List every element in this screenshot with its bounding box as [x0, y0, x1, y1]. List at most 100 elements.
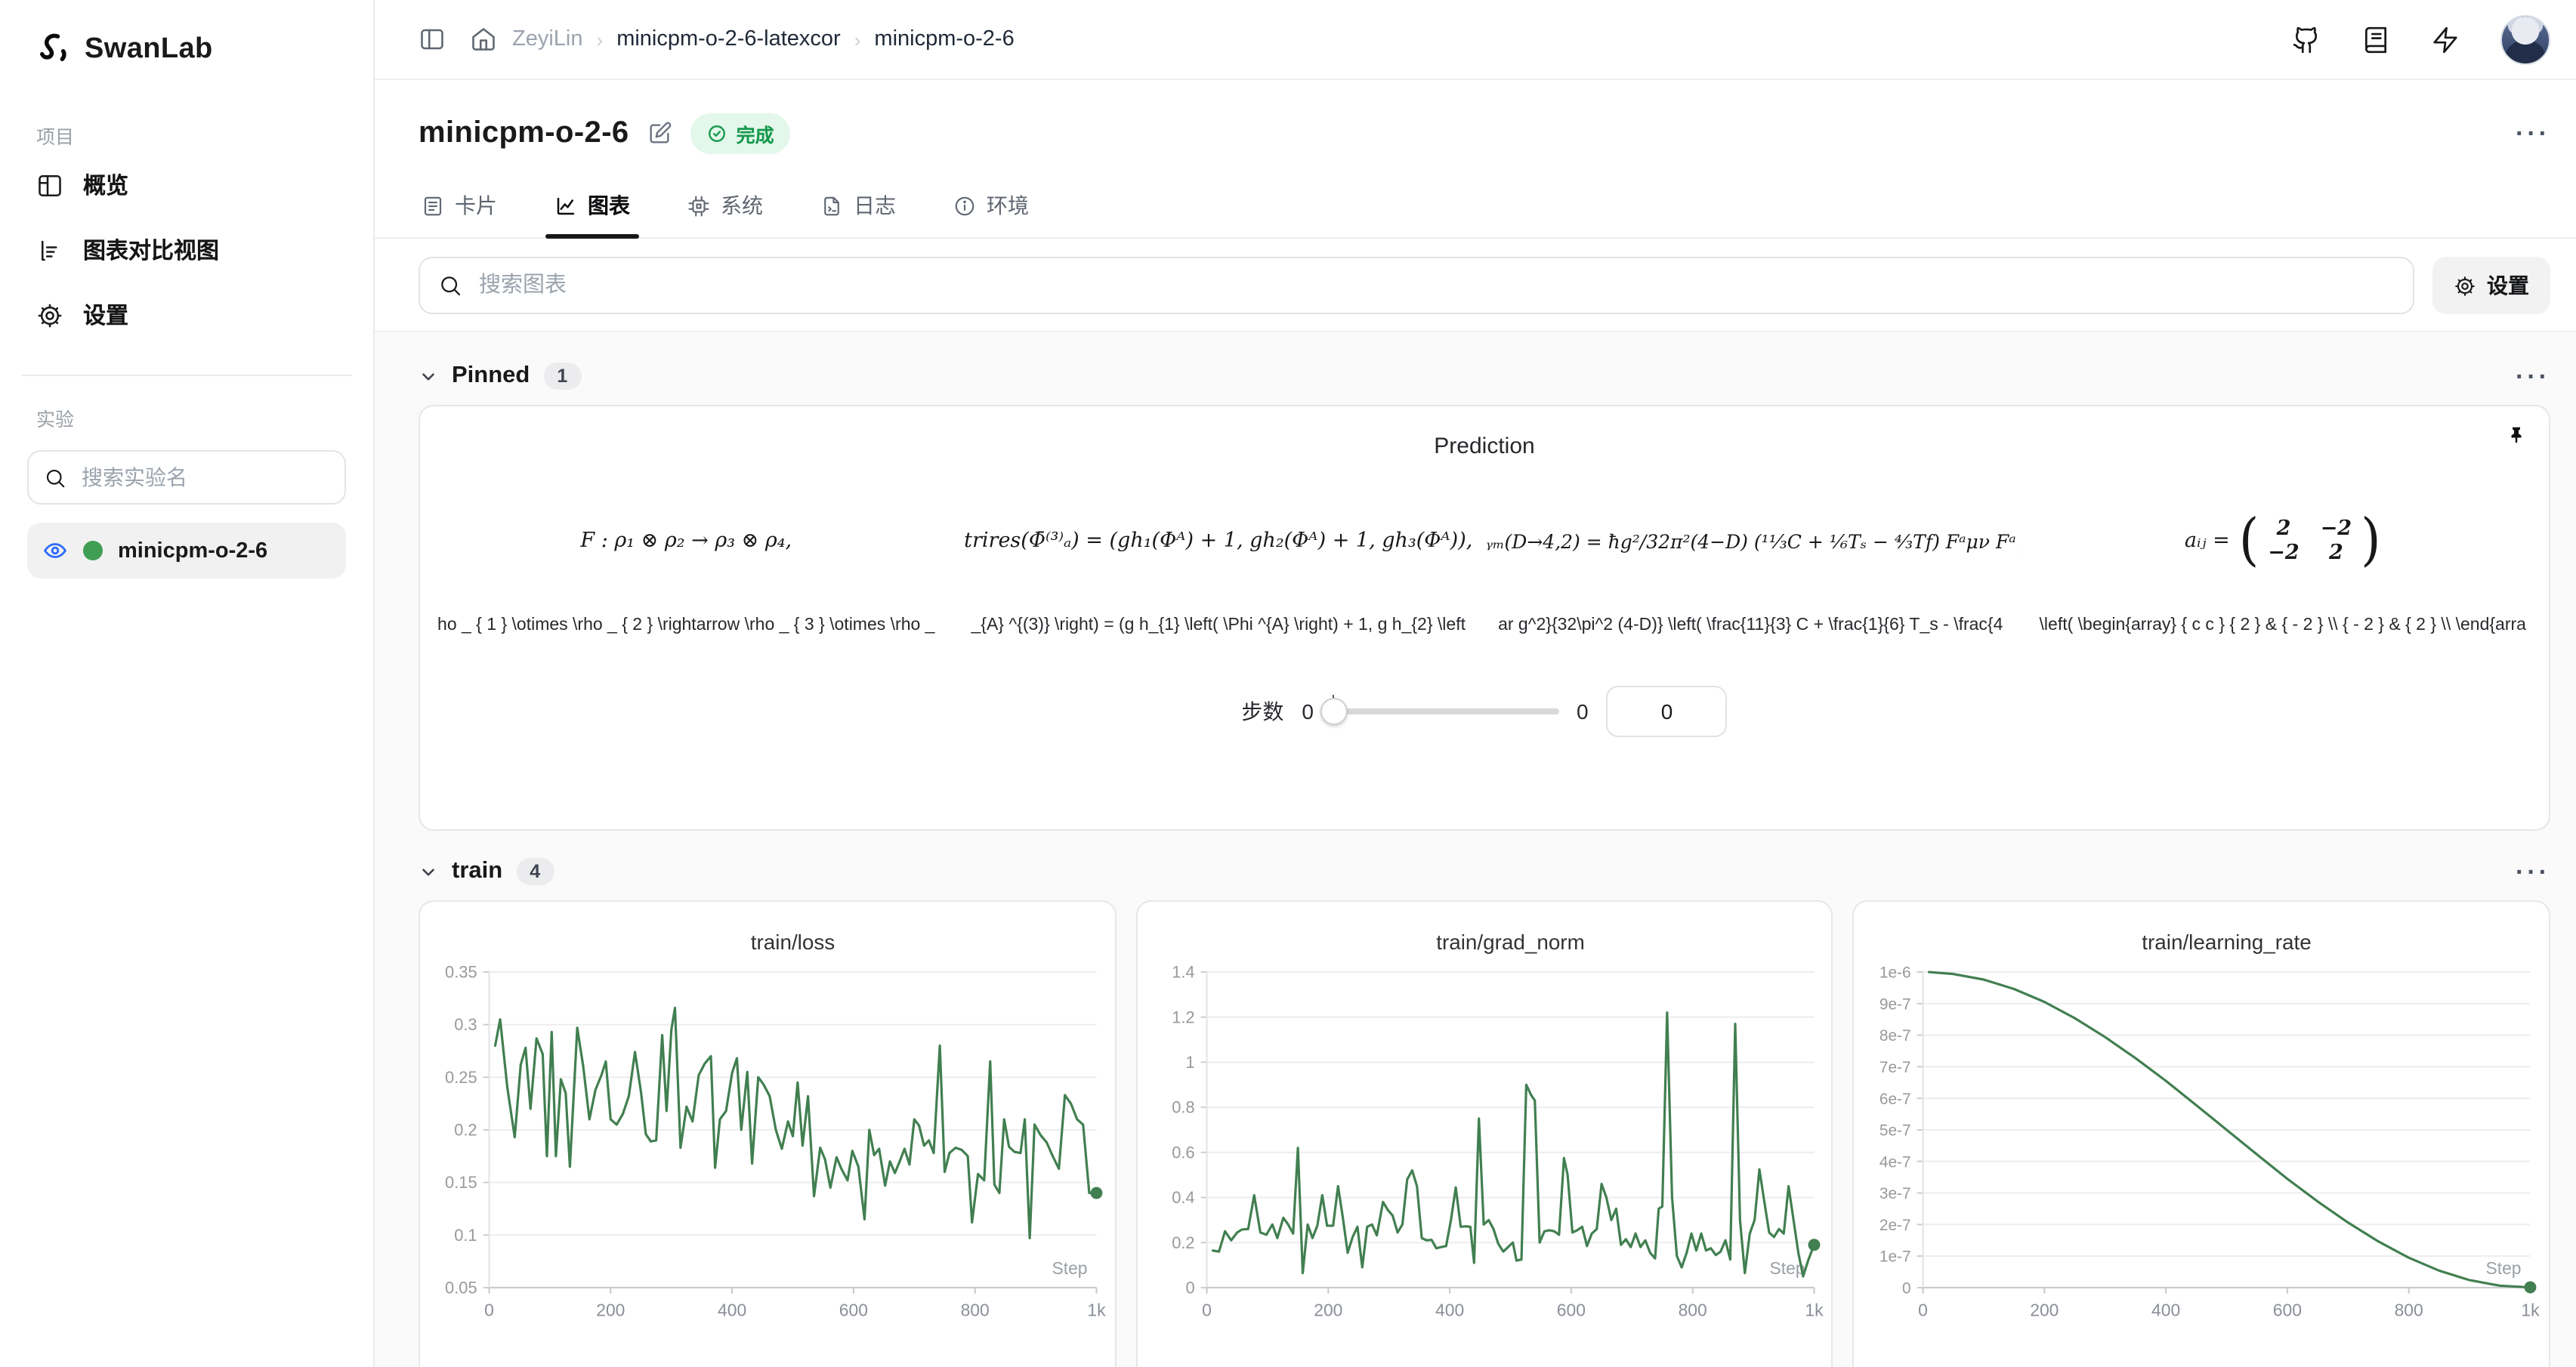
edit-pencil-icon[interactable]	[647, 121, 673, 147]
train-charts-row: train/loss0.350.30.250.20.150.10.0502004…	[419, 900, 2550, 1367]
chevron-right-icon: ›	[854, 28, 861, 51]
slider-knob[interactable]	[1320, 698, 1347, 725]
x-tick-label: 600	[839, 1301, 868, 1320]
chart-search-input[interactable]	[476, 272, 2395, 299]
x-tick-label: 800	[1678, 1301, 1707, 1320]
latex-formula[interactable]: ℒ⁽¹⁾ᵧₘ(D→4,2) = ħg²∕32π²(4−D) (¹¹⁄₃C + ¹…	[1484, 511, 2017, 571]
brand-name: SwanLab	[85, 33, 213, 66]
breadcrumb: ZeyiLin › minicpm-o-2-6-latexcor › minic…	[512, 27, 1015, 51]
x-tick-label: 600	[2273, 1301, 2302, 1320]
section-count-badge: 4	[516, 858, 554, 885]
pin-icon[interactable]	[2505, 424, 2528, 447]
sidebar-item-chart-compare[interactable]: 图表对比视图	[27, 218, 346, 282]
x-tick-label: 400	[718, 1301, 746, 1320]
sidebar-item-overview[interactable]: 概览	[27, 153, 346, 218]
x-tick-label: 400	[1435, 1301, 1463, 1320]
breadcrumb-user[interactable]: ZeyiLin	[512, 27, 583, 51]
latex-source-text: ar g^2}{32\pi^2 (4-D)} \left( \frac{11}{…	[1484, 616, 2017, 634]
tab-charts[interactable]: 图表	[551, 178, 633, 237]
chart-title: train/grad_norm	[1436, 930, 1585, 954]
tab-label: 图表	[588, 190, 630, 221]
eye-visible-icon[interactable]	[42, 538, 68, 563]
formula-row: F : ρ₁ ⊗ ρ₂ → ρ₃ ⊗ ρ₄, trires(Φ̄⁽³⁾ₐ) = …	[420, 511, 2549, 571]
tab-system[interactable]: 系统	[684, 178, 766, 237]
home-icon[interactable]	[470, 26, 497, 53]
docs-book-icon[interactable]	[2361, 25, 2390, 54]
sidebar-item-label: 概览	[83, 169, 128, 201]
avatar[interactable]	[2500, 14, 2550, 64]
y-tick-label: 2e-7	[1880, 1217, 1912, 1234]
chart-title: train/loss	[751, 930, 835, 954]
run-title-bar: minicpm-o-2-6 完成 ···	[375, 80, 2576, 163]
top-actions	[2292, 14, 2550, 64]
y-tick-label: 0.25	[445, 1068, 477, 1087]
lightning-icon[interactable]	[2431, 25, 2460, 54]
sidebar-item-settings[interactable]: 设置	[27, 282, 346, 347]
chevron-right-icon: ›	[597, 28, 604, 51]
tab-label: 系统	[721, 190, 763, 221]
x-tick-label: 200	[596, 1301, 625, 1320]
x-tick-label: 800	[2395, 1301, 2423, 1320]
left-paren: (	[2239, 511, 2259, 571]
step-slider-row: 步数 0 0	[420, 686, 2549, 737]
status-text: 完成	[737, 119, 774, 148]
chart-settings-button[interactable]: 设置	[2432, 257, 2550, 314]
chart-canvas[interactable]: train/loss0.350.30.250.20.150.10.0502004…	[420, 902, 1114, 1355]
y-tick-label: 4e-7	[1880, 1153, 1912, 1171]
pinned-section-header: Pinned 1 ···	[419, 363, 2550, 390]
chart-card-train-loss[interactable]: train/loss0.350.30.250.20.150.10.0502004…	[419, 900, 1116, 1367]
breadcrumb-run[interactable]: minicpm-o-2-6	[874, 27, 1014, 51]
latex-formula-matrix[interactable]: aᵢⱼ = ( 2−2 −22 )	[2017, 511, 2550, 571]
chart-card-train-learning-rate[interactable]: train/learning_rate1e-69e-78e-77e-76e-75…	[1853, 900, 2550, 1367]
experiment-list-item[interactable]: minicpm-o-2-6	[27, 523, 346, 579]
step-slider[interactable]	[1332, 708, 1558, 714]
experiment-status-dot	[83, 541, 103, 560]
x-tick-label: 0	[484, 1301, 494, 1320]
tab-label: 日志	[854, 190, 896, 221]
section-count-badge: 1	[543, 363, 581, 390]
settings-button-label: 设置	[2487, 270, 2529, 301]
kebab-menu-icon[interactable]: ···	[2516, 121, 2550, 147]
kebab-menu-icon[interactable]: ···	[2516, 859, 2550, 884]
breadcrumb-project[interactable]: minicpm-o-2-6-latexcor	[616, 27, 841, 51]
bar-chart-icon	[36, 236, 63, 264]
y-tick-label: 0.8	[1172, 1098, 1194, 1117]
chart-canvas[interactable]: train/grad_norm1.41.210.80.60.40.2002004…	[1137, 902, 1831, 1355]
status-badge: 完成	[691, 113, 791, 154]
tab-logs[interactable]: 日志	[817, 178, 899, 237]
latex-source-text: _{A} ^{(3)} \right) = (g h_{1} \left( \P…	[953, 616, 1485, 634]
chevron-down-icon[interactable]	[419, 366, 438, 386]
x-tick-label: 600	[1556, 1301, 1585, 1320]
last-point-dot	[2525, 1282, 2537, 1294]
github-icon[interactable]	[2292, 25, 2321, 54]
x-tick-label: 0	[1919, 1301, 1929, 1320]
step-value-input[interactable]	[1607, 686, 1728, 737]
latex-formula[interactable]: F : ρ₁ ⊗ ρ₂ → ρ₃ ⊗ ρ₄,	[420, 511, 953, 571]
chevron-down-icon[interactable]	[419, 862, 438, 881]
last-point-dot	[1808, 1239, 1820, 1251]
y-tick-label: 0.2	[454, 1121, 477, 1140]
kebab-menu-icon[interactable]: ···	[2516, 363, 2550, 389]
tab-cards[interactable]: 卡片	[419, 178, 500, 237]
tab-environment[interactable]: 环境	[950, 178, 1032, 237]
section-title[interactable]: Pinned	[452, 363, 530, 390]
latex-formula[interactable]: trires(Φ̄⁽³⁾ₐ) = (gh₁(Φᴬ) + 1, gh₂(Φᴬ) +…	[953, 511, 1485, 571]
chart-canvas[interactable]: train/learning_rate1e-69e-78e-77e-76e-75…	[1855, 902, 2549, 1355]
tab-label: 环境	[987, 190, 1029, 221]
y-tick-label: 1.4	[1172, 963, 1194, 982]
x-tick-label: 0	[1202, 1301, 1212, 1320]
chart-card-train-grad-norm[interactable]: train/grad_norm1.41.210.80.60.40.2002004…	[1135, 900, 1833, 1367]
y-tick-label: 0	[1903, 1279, 1912, 1297]
x-tick-label: 1k	[2522, 1301, 2540, 1320]
latex-caption-row: ho _ { 1 } \otimes \rho _ { 2 } \rightar…	[420, 616, 2549, 634]
experiment-search[interactable]	[27, 450, 346, 505]
y-tick-label: 0.2	[1172, 1233, 1194, 1252]
brand[interactable]: SwanLab	[33, 30, 340, 69]
chart-search[interactable]	[419, 257, 2414, 314]
panel-toggle-icon[interactable]	[419, 26, 446, 53]
right-paren: )	[2361, 511, 2381, 571]
experiment-search-input[interactable]	[79, 464, 329, 491]
y-tick-label: 1.2	[1172, 1008, 1194, 1026]
section-title[interactable]: train	[452, 858, 502, 885]
swanlab-app: SwanLab 项目 概览 图表对比视图 设置 实验	[0, 0, 2576, 1367]
